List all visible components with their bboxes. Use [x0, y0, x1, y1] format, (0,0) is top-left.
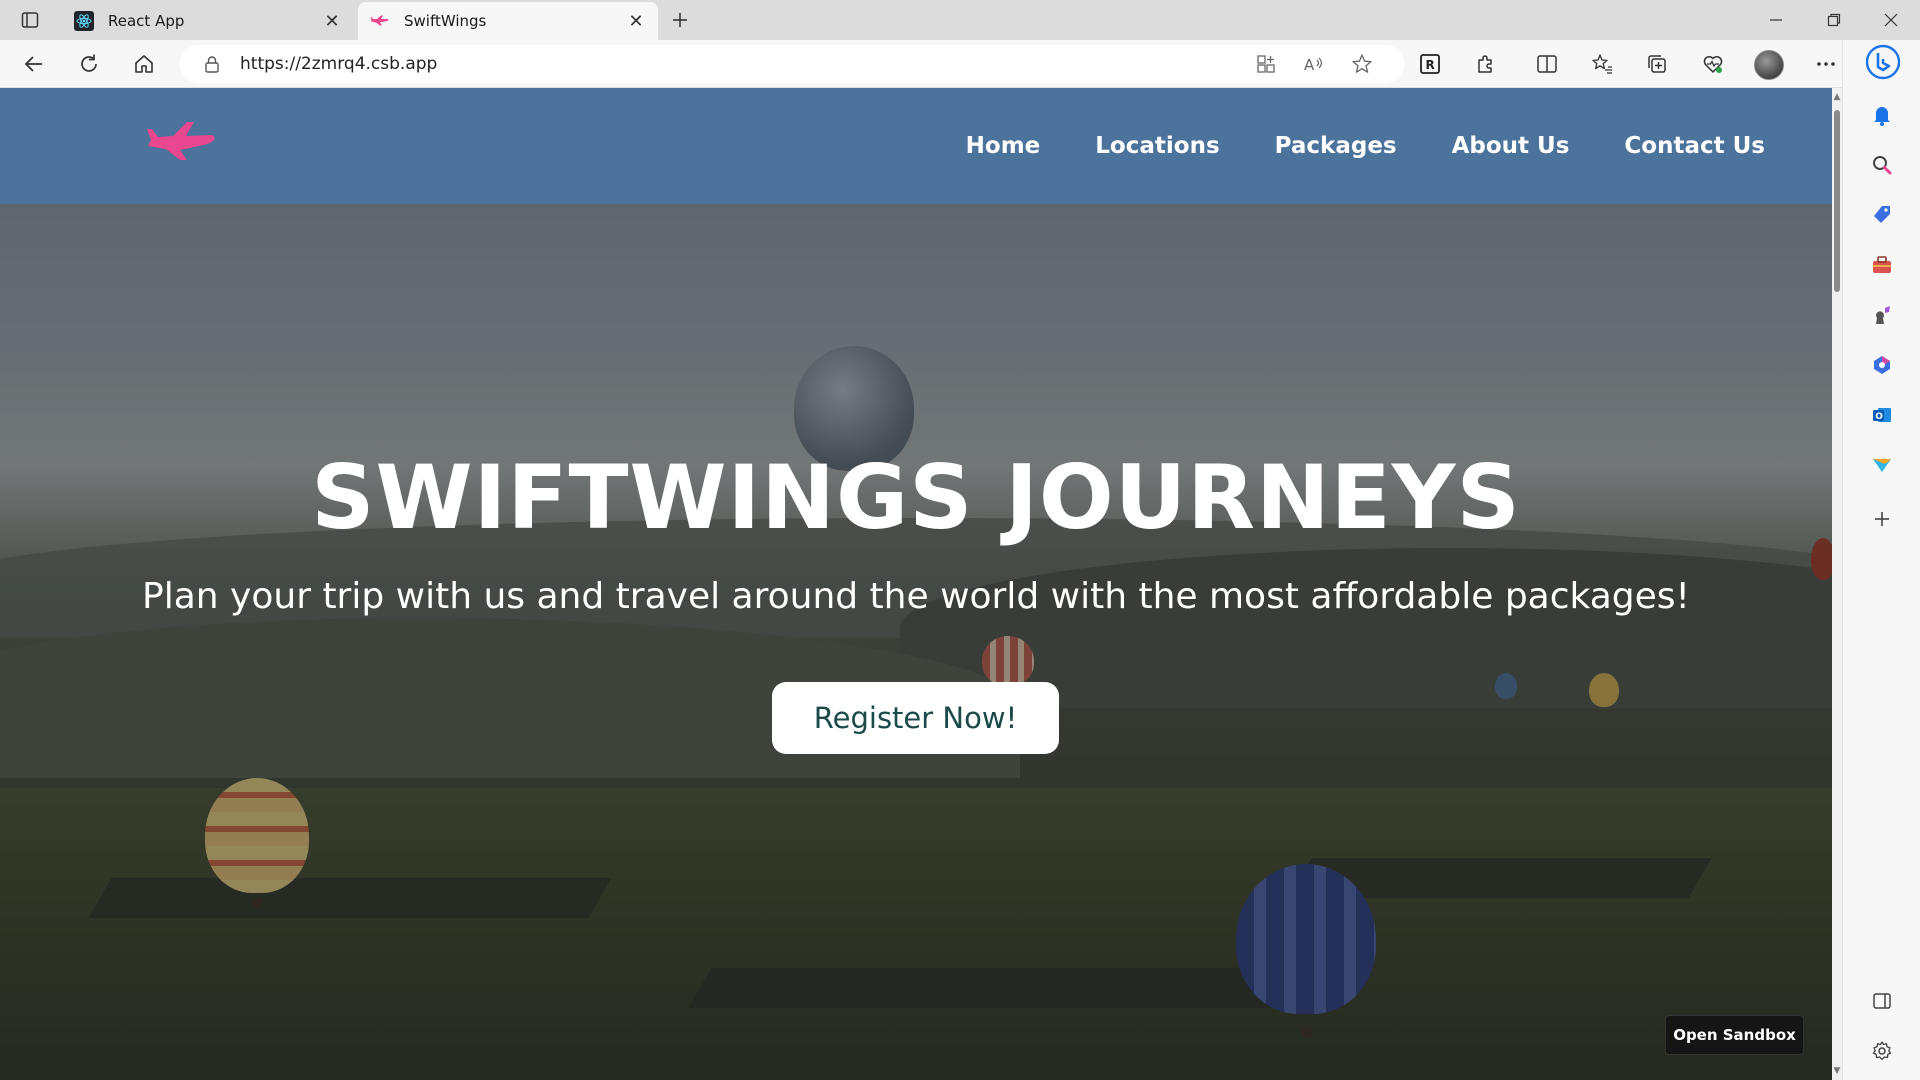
- search-icon[interactable]: [1867, 150, 1897, 180]
- new-tab-icon[interactable]: [666, 6, 694, 34]
- tools-briefcase-icon[interactable]: [1867, 250, 1897, 280]
- extension-r-icon[interactable]: R: [1414, 48, 1446, 80]
- page-viewport: Home Locations Packages About Us Contact…: [0, 88, 1832, 1080]
- split-screen-icon[interactable]: [1531, 48, 1563, 80]
- extensions-icon[interactable]: [1470, 48, 1502, 80]
- hero-title: SWIFTWINGS JOURNEYS: [311, 446, 1521, 549]
- outlook-icon[interactable]: O: [1867, 400, 1897, 430]
- copilot-icon[interactable]: [1865, 44, 1901, 80]
- minimize-icon[interactable]: [1747, 0, 1805, 40]
- nav-locations[interactable]: Locations: [1095, 133, 1219, 159]
- back-icon[interactable]: [18, 48, 50, 80]
- favorites-icon[interactable]: [1586, 48, 1618, 80]
- drop-send-icon[interactable]: [1867, 450, 1897, 480]
- lock-icon[interactable]: [202, 54, 222, 74]
- page-scrollbar[interactable]: ▲ ▼: [1832, 88, 1842, 1080]
- close-window-icon[interactable]: [1862, 0, 1920, 40]
- nav-contact-us[interactable]: Contact Us: [1624, 133, 1765, 159]
- main-nav: Home Locations Packages About Us Contact…: [966, 88, 1765, 204]
- microsoft-365-icon[interactable]: [1867, 350, 1897, 380]
- favorite-star-icon[interactable]: [1350, 52, 1374, 76]
- react-icon: [74, 11, 94, 31]
- collections-icon[interactable]: [1641, 48, 1673, 80]
- svg-text:A: A: [1304, 56, 1315, 74]
- scrollbar-thumb[interactable]: [1834, 110, 1840, 292]
- profile-avatar[interactable]: [1754, 50, 1784, 80]
- refresh-icon[interactable]: [73, 48, 105, 80]
- close-tab-icon[interactable]: ✕: [626, 11, 646, 32]
- shopping-tag-icon[interactable]: [1867, 200, 1897, 230]
- nav-packages[interactable]: Packages: [1275, 133, 1397, 159]
- register-now-button[interactable]: Register Now!: [772, 682, 1059, 754]
- games-icon[interactable]: [1867, 300, 1897, 330]
- site-navbar: Home Locations Packages About Us Contact…: [0, 88, 1832, 204]
- settings-gear-icon[interactable]: [1867, 1036, 1897, 1066]
- home-icon[interactable]: [128, 48, 160, 80]
- app-available-icon[interactable]: [1254, 52, 1278, 76]
- address-bar[interactable]: A: [180, 45, 1404, 83]
- tab-react-app[interactable]: React App ✕: [62, 2, 354, 40]
- browser-sidebar: O: [1842, 40, 1920, 1080]
- hide-sidebar-icon[interactable]: [1867, 986, 1897, 1016]
- notifications-icon[interactable]: [1867, 100, 1897, 130]
- nav-home[interactable]: Home: [966, 133, 1041, 159]
- plane-logo-icon[interactable]: [146, 116, 222, 166]
- scroll-up-arrow-icon[interactable]: ▲: [1832, 92, 1842, 102]
- tab-title: SwiftWings: [404, 12, 487, 30]
- restore-icon[interactable]: [1805, 0, 1863, 40]
- hero-subtitle: Plan your trip with us and travel around…: [142, 576, 1690, 617]
- tab-title: React App: [108, 12, 185, 30]
- read-aloud-icon[interactable]: A: [1302, 52, 1326, 76]
- url-input[interactable]: [240, 51, 1140, 77]
- scroll-down-arrow-icon[interactable]: ▼: [1832, 1066, 1842, 1076]
- browser-essentials-icon[interactable]: [1697, 48, 1729, 80]
- svg-text:O: O: [1875, 412, 1883, 422]
- nav-about-us[interactable]: About Us: [1452, 133, 1570, 159]
- svg-text:R: R: [1426, 58, 1435, 72]
- plane-icon: [370, 11, 390, 31]
- more-options-icon[interactable]: [1810, 48, 1842, 80]
- open-sandbox-button[interactable]: Open Sandbox: [1665, 1015, 1804, 1055]
- tab-strip: React App ✕ SwiftWings ✕: [0, 0, 1920, 40]
- close-tab-icon[interactable]: ✕: [322, 11, 342, 32]
- tab-actions-icon[interactable]: [18, 8, 42, 32]
- add-sidebar-app-icon[interactable]: [1867, 504, 1897, 534]
- tab-swiftwings[interactable]: SwiftWings ✕: [358, 2, 658, 40]
- browser-toolbar: A R: [0, 40, 1920, 88]
